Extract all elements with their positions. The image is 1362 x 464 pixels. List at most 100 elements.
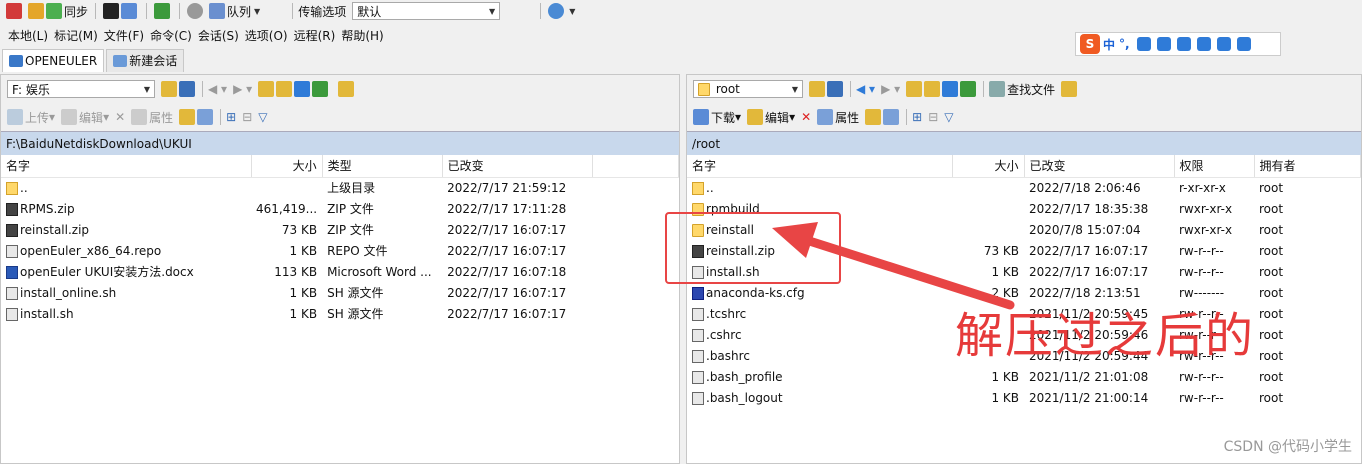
deselect-button[interactable]: ⊟ — [928, 110, 938, 124]
new-file-icon[interactable] — [883, 109, 900, 125]
file-name-cell: anaconda-ks.cfg — [687, 282, 952, 303]
download-button[interactable]: 下载 ▾ — [693, 109, 741, 126]
file-modified-cell: 2021/11/2 21:00:14 — [1029, 390, 1149, 405]
file-row[interactable]: openEuler_x86_64.repo 1 KB REPO 文件 2022/7/1… — [1, 240, 679, 261]
file-row[interactable]: install.sh 1 KB SH 源文件 2022/7/17 16:07:17 — [1, 303, 679, 324]
file-row[interactable]: .. 2022/7/18 2:06:46 r-xr-xr-x root — [687, 177, 1361, 198]
menu-mark[interactable]: 标记(M) — [54, 27, 98, 44]
transfer-select[interactable]: 默认 ▼ — [352, 2, 501, 20]
col-size[interactable]: 大小 — [952, 155, 1025, 178]
file-row[interactable]: .bash_logout 1 KB 2021/11/2 21:00:14 rw-r--… — [687, 387, 1361, 408]
col-name[interactable]: 名字 — [687, 155, 953, 178]
chevron-down-icon: ▼ — [254, 6, 261, 16]
sync-button[interactable]: 同步 — [26, 1, 90, 21]
forward-button[interactable]: ▶ ▾ — [233, 82, 252, 96]
file-row[interactable]: RPMS.zip 461,419... ZIP 文件 2022/7/17 17:11:… — [1, 198, 679, 219]
tab-openeuler[interactable]: OPENEULER — [2, 48, 105, 72]
file-owner-cell: root — [1259, 264, 1284, 279]
col-modified[interactable]: 已改变 — [442, 155, 593, 178]
new-folder-icon[interactable] — [179, 109, 196, 125]
refresh-button[interactable] — [152, 1, 174, 21]
filter-select-button[interactable]: ▽ — [258, 110, 267, 124]
remote-folder-select[interactable]: root ▼ — [693, 80, 803, 98]
sh-file-icon — [6, 307, 18, 321]
parent-dir-icon[interactable] — [906, 81, 923, 97]
menu-session[interactable]: 会话(S) — [198, 27, 239, 44]
menu-local[interactable]: 本地(L) — [8, 27, 48, 44]
file-name: reinstall.zip — [20, 222, 90, 237]
queue-icon — [209, 3, 226, 19]
root-dir-icon[interactable] — [276, 81, 293, 97]
properties-button[interactable]: 属性 — [131, 109, 173, 126]
cfg-file-icon — [692, 286, 704, 300]
remote-nav-toolbar: root ▼ ◀ ▾ ▶ ▾ 查找文件 — [687, 75, 1361, 103]
menu-options[interactable]: 选项(O) — [245, 27, 288, 44]
bookmark-icon[interactable] — [338, 81, 355, 97]
file-size-cell: 461,419... — [256, 201, 318, 216]
bookmark-icon[interactable] — [1061, 81, 1078, 97]
find-files-button[interactable]: 查找文件 — [989, 81, 1055, 98]
root-dir-icon[interactable] — [924, 81, 941, 97]
col-permissions[interactable]: 权限 — [1174, 155, 1255, 178]
file-row[interactable]: install_online.sh 1 KB SH 源文件 2022/7/17 16:… — [1, 282, 679, 303]
file-row[interactable]: reinstall.zip 73 KB ZIP 文件 2022/7/17 16:07:… — [1, 219, 679, 240]
col-type[interactable]: 类型 — [322, 155, 443, 178]
divider — [983, 81, 985, 97]
find-icon — [989, 81, 1006, 97]
col-size[interactable]: 大小 — [251, 155, 323, 178]
new-folder-icon[interactable] — [865, 109, 882, 125]
refresh-icon[interactable] — [960, 81, 977, 97]
col-modified[interactable]: 已改变 — [1024, 155, 1175, 178]
col-name[interactable]: 名字 — [1, 155, 252, 178]
edit-button[interactable]: 编辑 ▾ — [61, 109, 109, 126]
menu-remote[interactable]: 远程(R) — [294, 27, 336, 44]
edit-button[interactable]: 编辑 ▾ — [747, 109, 795, 126]
filter-icon[interactable] — [179, 81, 195, 97]
folder-open-icon[interactable] — [809, 81, 825, 97]
delete-button[interactable]: ✕ — [801, 110, 811, 124]
filter-select-button[interactable]: ▽ — [944, 110, 953, 124]
deselect-button[interactable]: ⊟ — [242, 110, 252, 124]
forward-button[interactable]: ▶ ▾ — [881, 82, 900, 96]
zip-file-icon — [6, 223, 18, 237]
globe-button[interactable]: ▼ — [546, 1, 577, 21]
upload-button[interactable]: 上传 ▾ — [7, 109, 55, 126]
local-path[interactable]: F:\BaiduNetdiskDownload\UKUI — [1, 131, 679, 155]
parent-dir-icon[interactable] — [258, 81, 275, 97]
back-button[interactable]: ◀ ▾ — [208, 82, 227, 96]
select-all-button[interactable]: ⊞ — [226, 110, 236, 124]
back-button[interactable]: ◀ ▾ — [856, 82, 875, 96]
file-owner-cell: root — [1259, 285, 1284, 300]
select-all-button[interactable]: ⊞ — [912, 110, 922, 124]
home-icon[interactable] — [294, 81, 311, 97]
menu-file[interactable]: 文件(F) — [104, 27, 144, 44]
filter-icon[interactable] — [827, 81, 843, 97]
main-toolbar: 同步 队列 ▼ 传输选项 默认 ▼ ▼ — [0, 0, 1362, 22]
local-action-toolbar: 上传 ▾ 编辑 ▾ ✕ 属性 ⊞ ⊟ ▽ — [1, 103, 679, 131]
sh-file-icon — [692, 328, 704, 342]
menu-help[interactable]: 帮助(H) — [341, 27, 383, 44]
sh-file-icon — [692, 349, 704, 363]
new-file-icon[interactable] — [197, 109, 214, 125]
file-type-cell: ZIP 文件 — [327, 202, 374, 216]
file-row[interactable]: openEuler UKUI安装方法.docx 113 KB Microsoft W… — [1, 261, 679, 282]
folder-open-icon[interactable] — [161, 81, 177, 97]
tab-new-session[interactable]: 新建会话 — [106, 48, 185, 72]
menu-command[interactable]: 命令(C) — [150, 27, 192, 44]
home-icon[interactable] — [942, 81, 959, 97]
queue-button[interactable]: 队列 ▼ — [207, 1, 262, 21]
file-row[interactable]: .. 上级目录 2022/7/17 21:59:12 — [1, 177, 679, 198]
file-row[interactable]: .bash_profile 1 KB 2021/11/2 21:01:08 rw-r-… — [687, 366, 1361, 387]
refresh-icon[interactable] — [312, 81, 329, 97]
col-owner[interactable]: 拥有者 — [1254, 155, 1361, 178]
delete-button[interactable]: ✕ — [115, 110, 125, 124]
remote-folder-value: root — [698, 82, 740, 96]
terminal-button[interactable] — [101, 1, 141, 21]
drive-select[interactable]: F: 娱乐 ▼ — [7, 80, 155, 98]
settings-button[interactable] — [185, 1, 207, 21]
file-modified-cell: 2022/7/17 21:59:12 — [447, 180, 567, 195]
properties-button[interactable]: 属性 — [817, 109, 859, 126]
divider — [95, 3, 97, 19]
remote-path[interactable]: /root — [687, 131, 1361, 155]
new-button[interactable] — [4, 1, 26, 21]
